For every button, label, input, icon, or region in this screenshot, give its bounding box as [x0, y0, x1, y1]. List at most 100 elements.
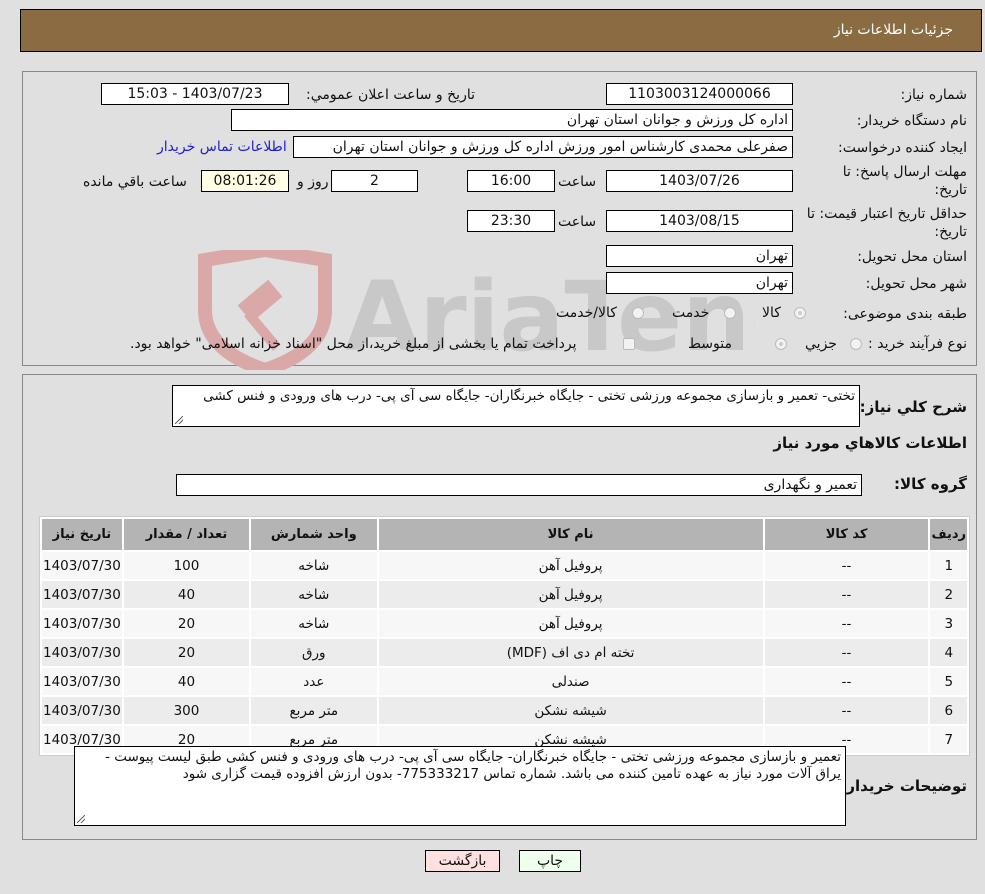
requester-label: ایجاد کننده درخواست:: [838, 140, 967, 156]
cell-quantity: 40: [123, 581, 250, 608]
table-row: 3 -- پروفیل آهن شاخه 20 1403/07/30: [42, 610, 967, 637]
table-row: 4 -- تخته ام دی اف (MDF) ورق 20 1403/07/30: [42, 639, 967, 666]
category-radio-service[interactable]: [724, 307, 736, 319]
cell-need-date: 1403/07/30: [42, 668, 122, 695]
reply-deadline-label-1: مهلت ارسال پاسخ: تا: [842, 164, 967, 180]
price-validity-time-label: ساعت: [558, 214, 597, 230]
cell-row-no: 7: [930, 726, 967, 753]
buyer-notes-text: تعمیر و بازسازی مجموعه ورزشی تختی - جایگ…: [105, 749, 841, 782]
cell-row-no: 1: [930, 552, 967, 579]
cell-row-no: 6: [930, 697, 967, 724]
cell-unit: متر مربع: [251, 697, 377, 724]
cell-goods-name: پروفیل آهن: [378, 610, 763, 637]
table-row: 2 -- پروفیل آهن شاخه 40 1403/07/30: [42, 581, 967, 608]
cell-goods-code: --: [764, 552, 929, 579]
price-validity-label-1: حداقل تاریخ اعتبار قیمت: تا: [806, 206, 967, 222]
buyer-notes-textarea[interactable]: تعمیر و بازسازی مجموعه ورزشی تختی - جایگ…: [74, 746, 846, 826]
cell-quantity: 300: [123, 697, 250, 724]
cell-goods-code: --: [764, 697, 929, 724]
cell-row-no: 3: [930, 610, 967, 637]
price-validity-date-field: 1403/08/15: [606, 210, 793, 232]
col-unit: واحد شمارش: [251, 519, 377, 550]
cell-need-date: 1403/07/30: [42, 581, 122, 608]
buyer-contact-link[interactable]: اطلاعات تماس خریدار: [157, 139, 287, 155]
delivery-city-field: تهران: [606, 272, 793, 294]
cell-row-no: 2: [930, 581, 967, 608]
items-table-wrapper: رديف کد کالا نام کالا واحد شمارش تعداد /…: [39, 516, 970, 756]
cell-quantity: 20: [123, 610, 250, 637]
price-validity-time-field: 23:30: [467, 210, 555, 232]
cell-goods-name: پروفیل آهن: [378, 552, 763, 579]
cell-need-date: 1403/07/30: [42, 639, 122, 666]
cell-quantity: 40: [123, 668, 250, 695]
back-button[interactable]: بازگشت: [425, 850, 500, 872]
resize-handle-icon[interactable]: [77, 815, 85, 823]
announce-datetime-label: تاریخ و ساعت اعلان عمومي:: [306, 87, 475, 103]
announce-datetime-field: 1403/07/23 - 15:03: [101, 83, 289, 105]
category-option-goods: کالا: [762, 305, 781, 321]
delivery-province-label: استان محل تحویل:: [857, 249, 967, 265]
cell-row-no: 5: [930, 668, 967, 695]
goods-group-label: گروه کالا:: [894, 475, 967, 493]
col-goods-name: نام کالا: [378, 519, 763, 550]
need-number-label: شماره نیاز:: [900, 87, 968, 103]
cell-goods-code: --: [764, 610, 929, 637]
category-radio-goods-service[interactable]: [632, 307, 644, 319]
goods-info-title: اطلاعات کالاهاي مورد نياز: [773, 434, 967, 452]
goods-group-field: تعمیر و نگهداری: [176, 474, 862, 496]
cell-unit: شاخه: [251, 552, 377, 579]
category-radio-goods[interactable]: [794, 307, 806, 319]
cell-quantity: 20: [123, 639, 250, 666]
table-row: 6 -- شیشه نشکن متر مربع 300 1403/07/30: [42, 697, 967, 724]
cell-need-date: 1403/07/30: [42, 610, 122, 637]
general-desc-text: تختی- تعمیر و بازسازی مجموعه ورزشی تختی …: [203, 388, 855, 404]
category-option-goods-service: کالا/خدمت: [556, 305, 617, 321]
reply-deadline-date-field: 1403/07/26: [606, 170, 793, 192]
requester-field: صفرعلی محمدی کارشناس امور ورزش اداره کل …: [293, 136, 793, 158]
reply-deadline-time-field: 16:00: [467, 170, 555, 192]
cell-quantity: 100: [123, 552, 250, 579]
table-row: 5 -- صندلی عدد 40 1403/07/30: [42, 668, 967, 695]
cell-goods-code: --: [764, 639, 929, 666]
buyer-org-label: نام دستگاه خریدار:: [856, 113, 967, 129]
reply-deadline-label-2: تاریخ:: [934, 182, 967, 198]
reply-deadline-time-label: ساعت: [558, 174, 597, 190]
page-title: جزئیات اطلاعات نیاز: [833, 22, 953, 38]
process-radio-medium[interactable]: [775, 338, 787, 350]
cell-goods-code: --: [764, 668, 929, 695]
purchase-process-label: نوع فرآیند خرید :: [868, 336, 967, 352]
remaining-days-field: 2: [331, 170, 418, 192]
price-validity-label-2: تاریخ:: [934, 224, 967, 240]
col-need-date: تاریخ نیاز: [42, 519, 122, 550]
page-header: جزئیات اطلاعات نیاز: [20, 9, 982, 52]
cell-goods-name: پروفیل آهن: [378, 581, 763, 608]
cell-goods-code: --: [764, 581, 929, 608]
cell-goods-name: صندلی: [378, 668, 763, 695]
process-option-minor: جزيي: [805, 336, 837, 352]
cell-unit: ورق: [251, 639, 377, 666]
items-table: رديف کد کالا نام کالا واحد شمارش تعداد /…: [40, 517, 969, 755]
print-button[interactable]: چاپ: [519, 850, 581, 872]
general-desc-textarea[interactable]: تختی- تعمیر و بازسازی مجموعه ورزشی تختی …: [172, 385, 860, 427]
cell-goods-name: شیشه نشکن: [378, 697, 763, 724]
category-label: طبقه بندی موضوعی:: [843, 306, 967, 322]
need-number-field: 1103003124000066: [606, 83, 793, 105]
treasury-checkbox[interactable]: [623, 338, 635, 350]
delivery-city-label: شهر محل تحویل:: [865, 276, 967, 292]
cell-row-no: 4: [930, 639, 967, 666]
category-option-service: خدمت: [672, 305, 710, 321]
buyer-notes-label: توضیحات خریدار:: [840, 777, 967, 795]
cell-need-date: 1403/07/30: [42, 552, 122, 579]
resize-handle-icon[interactable]: [175, 416, 183, 424]
general-desc-label: شرح کلي نياز:: [859, 398, 967, 416]
days-label: روز و: [297, 174, 329, 190]
cell-unit: عدد: [251, 668, 377, 695]
delivery-province-field: تهران: [606, 245, 793, 267]
process-radio-minor[interactable]: [850, 338, 862, 350]
remaining-time-label: ساعت باقي مانده: [83, 174, 187, 190]
cell-goods-name: تخته ام دی اف (MDF): [378, 639, 763, 666]
treasury-note: پرداخت تمام یا بخشی از مبلغ خرید،از محل …: [130, 336, 577, 352]
cell-unit: شاخه: [251, 581, 377, 608]
items-table-header: رديف کد کالا نام کالا واحد شمارش تعداد /…: [42, 519, 967, 550]
cell-need-date: 1403/07/30: [42, 697, 122, 724]
